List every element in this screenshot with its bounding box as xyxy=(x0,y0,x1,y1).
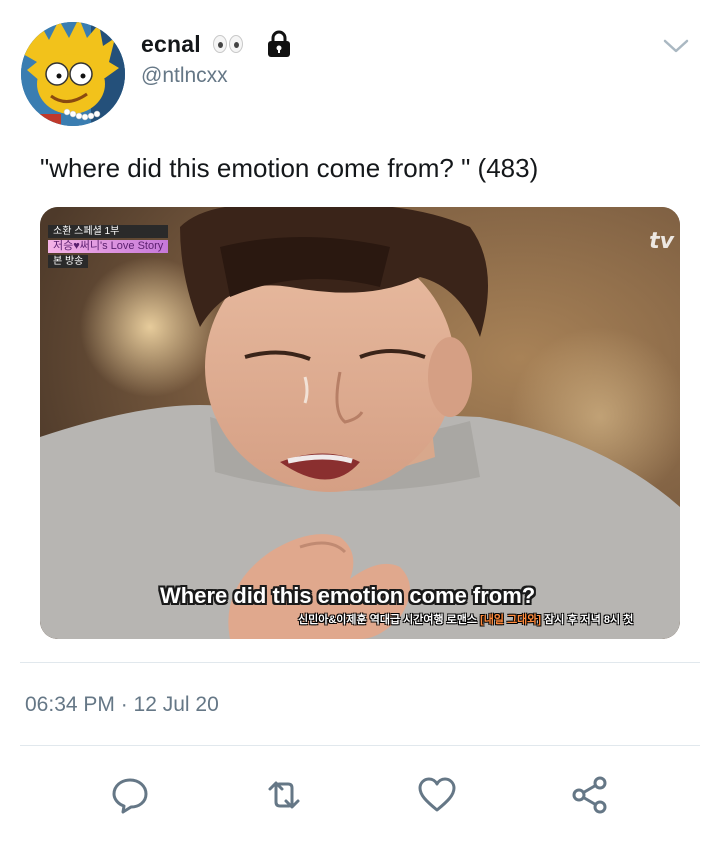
share-button[interactable] xyxy=(568,773,612,817)
retweet-button[interactable] xyxy=(262,773,306,817)
channel-logo: tv xyxy=(649,229,674,254)
like-button[interactable] xyxy=(415,773,459,817)
tweet-media-image[interactable]: 소환 스페셜 1부 저승♥써니's Love Story 본 방송 tv Whe… xyxy=(40,207,680,639)
reply-icon xyxy=(112,778,148,814)
tweet-text: "where did this emotion come from? " (48… xyxy=(40,153,539,183)
drama-still xyxy=(40,207,680,639)
special-badge: 소환 스페셜 1부 xyxy=(48,225,169,238)
retweet-icon xyxy=(268,781,300,809)
handle[interactable]: @ntlncxx xyxy=(141,64,228,88)
ticker-suffix: 잠시 후 저녁 8시 첫 xyxy=(541,614,634,626)
reply-button[interactable] xyxy=(108,773,152,817)
love-story-badge: 저승♥써니's Love Story xyxy=(48,240,169,253)
avatar[interactable] xyxy=(21,22,125,126)
divider xyxy=(20,662,700,663)
chevron-down-icon[interactable] xyxy=(662,36,690,56)
broadcast-badges: 소환 스페셜 1부 저승♥써니's Love Story 본 방송 xyxy=(48,225,169,268)
video-subtitle: Where did this emotion come from? xyxy=(160,583,536,608)
eyes-icon xyxy=(212,35,243,53)
avatar-image xyxy=(21,22,125,126)
display-name-row: ecnal xyxy=(141,28,293,60)
ticker-prefix: 신민아&이제훈 역대급 시간여행 로맨스 xyxy=(298,614,481,626)
tweet-detail: ecnal @ntlncxx "where did this emotion c… xyxy=(0,0,719,848)
lock-icon xyxy=(265,29,293,59)
ticker-highlight: [내일 그대와] xyxy=(480,614,542,626)
broadcast-badge: 본 방송 xyxy=(48,255,89,268)
heart-icon xyxy=(418,777,456,812)
divider xyxy=(20,745,700,746)
display-name[interactable]: ecnal xyxy=(141,31,201,58)
tweet-timestamp[interactable]: 06:34 PM · 12 Jul 20 xyxy=(25,693,219,717)
share-icon xyxy=(572,776,607,814)
news-ticker: 신민아&이제훈 역대급 시간여행 로맨스 [내일 그대와] 잠시 후 저녁 8시… xyxy=(298,611,633,627)
